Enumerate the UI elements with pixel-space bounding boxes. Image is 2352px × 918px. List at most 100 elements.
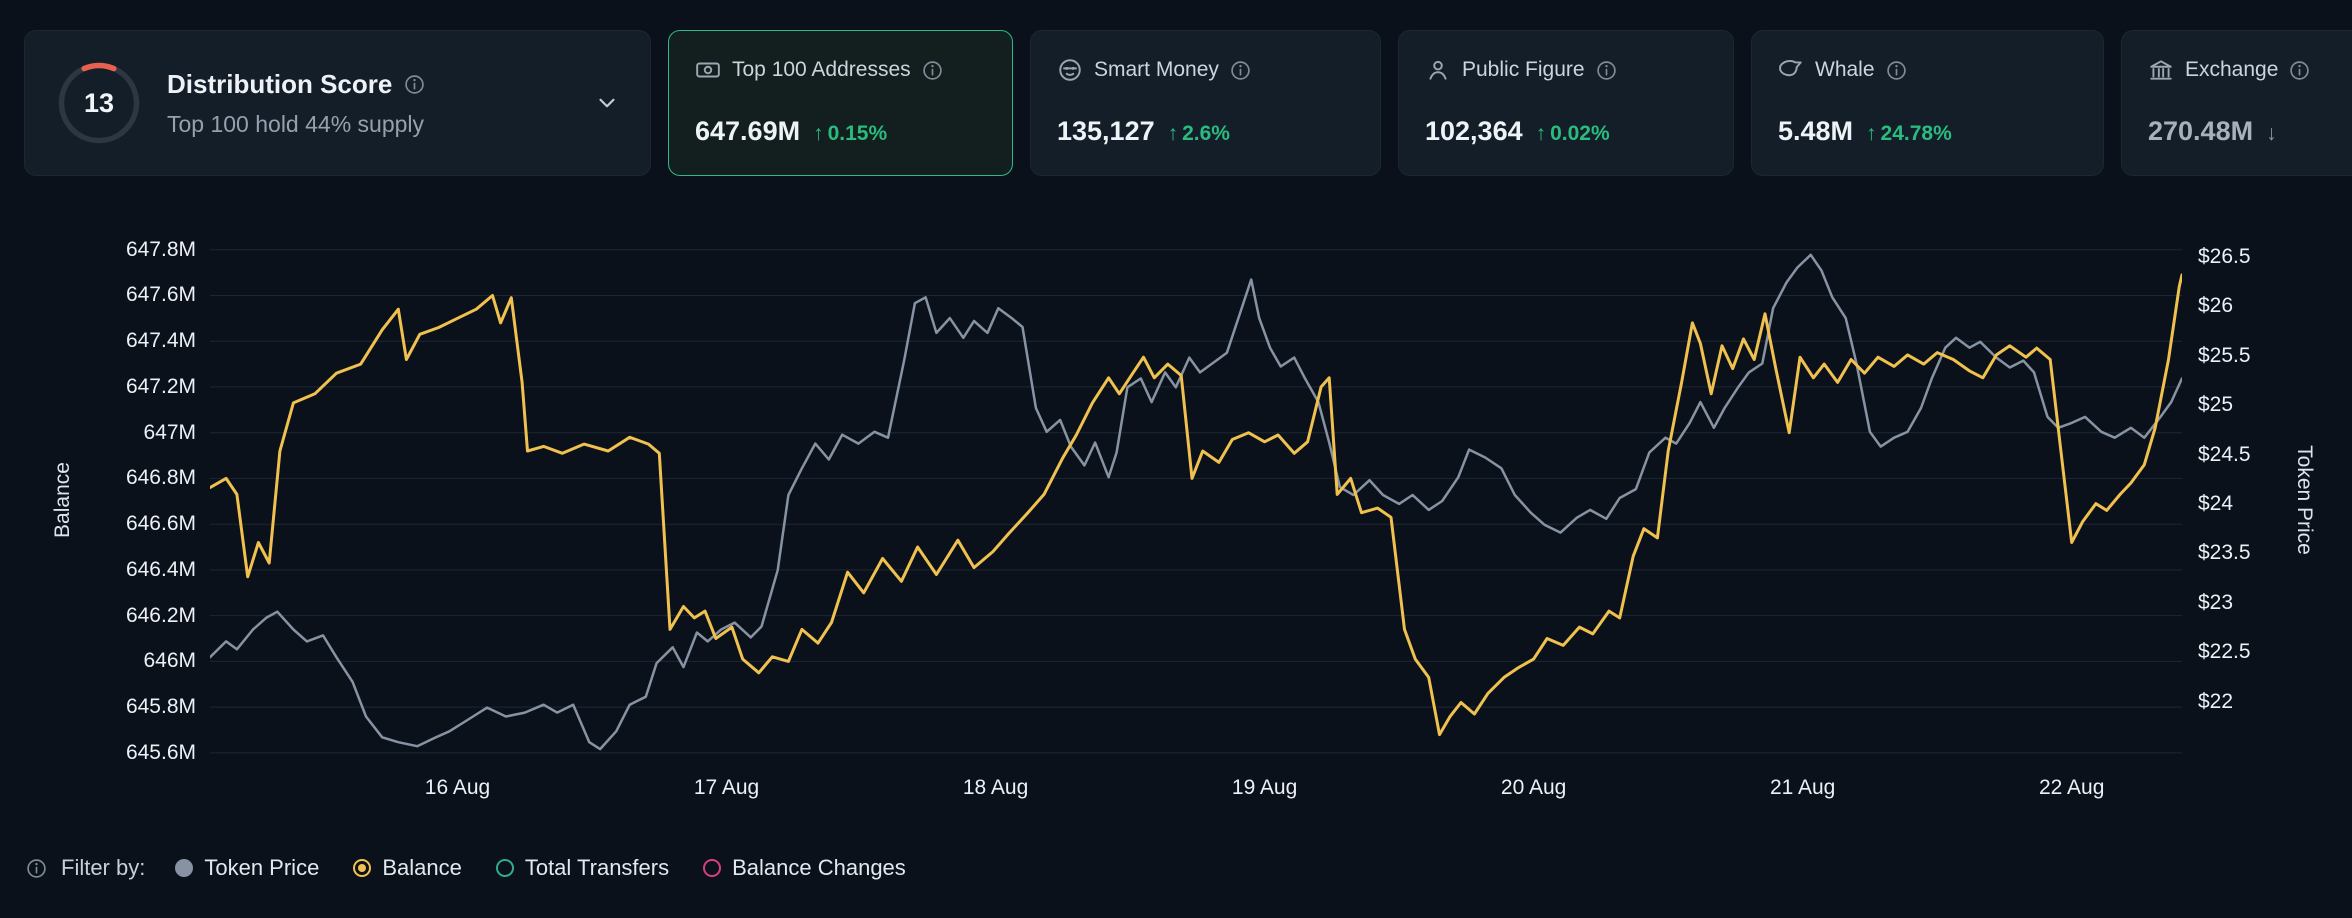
stat-card-whale[interactable]: Whale 5.48M ↑24.78%: [1751, 30, 2104, 176]
legend-label: Total Transfers: [525, 855, 669, 881]
legend-item-total-transfers[interactable]: Total Transfers: [496, 855, 669, 881]
change-percent: 24.78%: [1881, 122, 1952, 145]
legend-item-balance[interactable]: Balance: [353, 855, 462, 881]
stat-card-header: Whale: [1778, 57, 2077, 83]
distribution-score-title: Distribution Score: [167, 69, 392, 100]
chart-plot-area[interactable]: [210, 236, 2182, 762]
distribution-score-gauge: 13: [55, 59, 143, 147]
legend-item-token-price[interactable]: Token Price: [175, 855, 319, 881]
left-axis-tick: 647.2M: [0, 375, 196, 399]
distribution-score-card[interactable]: 13 Distribution Score Top 100 hold 44% s…: [24, 30, 651, 176]
x-axis-tick: 22 Aug: [1992, 776, 2152, 800]
distribution-score-text: Distribution Score Top 100 hold 44% supp…: [167, 69, 425, 138]
stat-card-value: 102,364: [1425, 116, 1523, 147]
x-axis-tick: 20 Aug: [1454, 776, 1614, 800]
stat-card-value: 647.69M: [695, 116, 800, 147]
token-price-marker-icon: [175, 859, 193, 877]
stat-card-value: 5.48M: [1778, 116, 1853, 147]
change-percent: 0.02%: [1550, 122, 1610, 145]
legend-label: Balance Changes: [732, 855, 906, 881]
stat-card-header: Smart Money: [1057, 57, 1354, 83]
change-percent: 2.6%: [1182, 122, 1230, 145]
stat-card-value: 135,127: [1057, 116, 1155, 147]
stat-card-value: 270.48M: [2148, 116, 2253, 147]
right-axis-tick: $25.5: [2198, 344, 2251, 368]
stat-card-title: Public Figure: [1462, 58, 1585, 82]
left-axis-tick: 646.4M: [0, 558, 196, 582]
left-axis-tick: 647.4M: [0, 329, 196, 353]
left-axis-tick: 646.2M: [0, 604, 196, 628]
right-axis-tick: $23: [2198, 591, 2233, 615]
distribution-score-subtitle: Top 100 hold 44% supply: [167, 111, 425, 138]
right-axis-title: Token Price: [2292, 445, 2316, 555]
stat-card-value-row: 102,364 ↑0.02%: [1425, 116, 1707, 147]
info-icon[interactable]: [922, 60, 943, 81]
chart-filter-bar: Filter by: Token Price Balance Total Trans…: [26, 850, 906, 886]
money-icon: [695, 57, 721, 83]
right-axis-tick: $26.5: [2198, 245, 2251, 269]
stat-card-value-row: 647.69M ↑0.15%: [695, 116, 986, 147]
info-icon[interactable]: [2289, 60, 2310, 81]
x-axis-tick: 16 Aug: [378, 776, 538, 800]
info-icon[interactable]: [1596, 60, 1617, 81]
legend-label: Token Price: [204, 855, 319, 881]
stat-card-title: Top 100 Addresses: [732, 58, 911, 82]
stat-card-header: Exchange: [2148, 57, 2352, 83]
right-axis-tick: $25: [2198, 393, 2233, 417]
left-axis-tick: 646.6M: [0, 512, 196, 536]
stat-card-public-figure[interactable]: Public Figure 102,364 ↑0.02%: [1398, 30, 1734, 176]
stat-card-change: ↓: [2266, 122, 2281, 146]
change-arrow-icon: ↑: [1866, 122, 1877, 145]
stat-card-value-row: 5.48M ↑24.78%: [1778, 116, 2077, 147]
balance-line: [210, 275, 2182, 735]
x-axis-tick: 19 Aug: [1185, 776, 1345, 800]
legend-items: Token Price Balance Total Transfers Balance…: [175, 855, 905, 881]
stat-card-smart-money[interactable]: Smart Money 135,127 ↑2.6%: [1030, 30, 1381, 176]
stat-card-change: ↑24.78%: [1866, 122, 1952, 146]
left-axis-tick: 645.8M: [0, 695, 196, 719]
stat-card-title: Exchange: [2185, 58, 2278, 82]
left-axis-tick: 646.8M: [0, 466, 196, 490]
left-axis-tick: 646M: [0, 649, 196, 673]
info-icon[interactable]: [404, 74, 425, 95]
balance-marker-icon: [353, 859, 371, 877]
right-axis-tick: $22.5: [2198, 640, 2251, 664]
stat-card-exchange[interactable]: Exchange 270.48M ↓: [2121, 30, 2352, 176]
change-percent: 0.15%: [828, 122, 888, 145]
stat-card-value-row: 135,127 ↑2.6%: [1057, 116, 1354, 147]
info-icon[interactable]: [1230, 60, 1251, 81]
exchange-icon: [2148, 57, 2174, 83]
right-axis-tick: $26: [2198, 294, 2233, 318]
left-axis-title: Balance: [51, 462, 75, 538]
legend-item-balance-changes[interactable]: Balance Changes: [703, 855, 906, 881]
left-axis-tick: 647.6M: [0, 283, 196, 307]
x-axis-tick: 21 Aug: [1723, 776, 1883, 800]
left-axis-tick: 645.6M: [0, 741, 196, 765]
whale-icon: [1778, 57, 1804, 83]
balance-marker-dot: [358, 864, 366, 872]
stat-card-change: ↑0.15%: [813, 122, 887, 146]
distribution-score-value: 13: [55, 59, 143, 147]
change-arrow-icon: ↓: [2266, 122, 2277, 145]
stat-card-header: Public Figure: [1425, 57, 1707, 83]
chart-canvas: [210, 236, 2182, 762]
right-axis-tick: $22: [2198, 690, 2233, 714]
info-icon[interactable]: [1886, 60, 1907, 81]
x-axis-tick: 18 Aug: [916, 776, 1076, 800]
smart-money-icon: [1057, 57, 1083, 83]
x-axis-tick: 17 Aug: [647, 776, 807, 800]
right-axis-tick: $23.5: [2198, 541, 2251, 565]
stat-card-title: Smart Money: [1094, 58, 1219, 82]
stat-cards-row: 13 Distribution Score Top 100 hold 44% s…: [24, 30, 2352, 176]
left-axis-tick: 647.8M: [0, 238, 196, 262]
stat-card-header: Top 100 Addresses: [695, 57, 986, 83]
right-axis-tick: $24.5: [2198, 443, 2251, 467]
change-arrow-icon: ↑: [1536, 122, 1547, 145]
chevron-down-icon[interactable]: [594, 90, 620, 116]
token-price-line: [210, 255, 2182, 749]
change-arrow-icon: ↑: [813, 122, 824, 145]
stat-card-top-100-addresses[interactable]: Top 100 Addresses 647.69M ↑0.15%: [668, 30, 1013, 176]
filter-by-label: Filter by:: [61, 855, 145, 881]
stat-card-title: Whale: [1815, 58, 1875, 82]
stat-card-value-row: 270.48M ↓: [2148, 116, 2352, 147]
